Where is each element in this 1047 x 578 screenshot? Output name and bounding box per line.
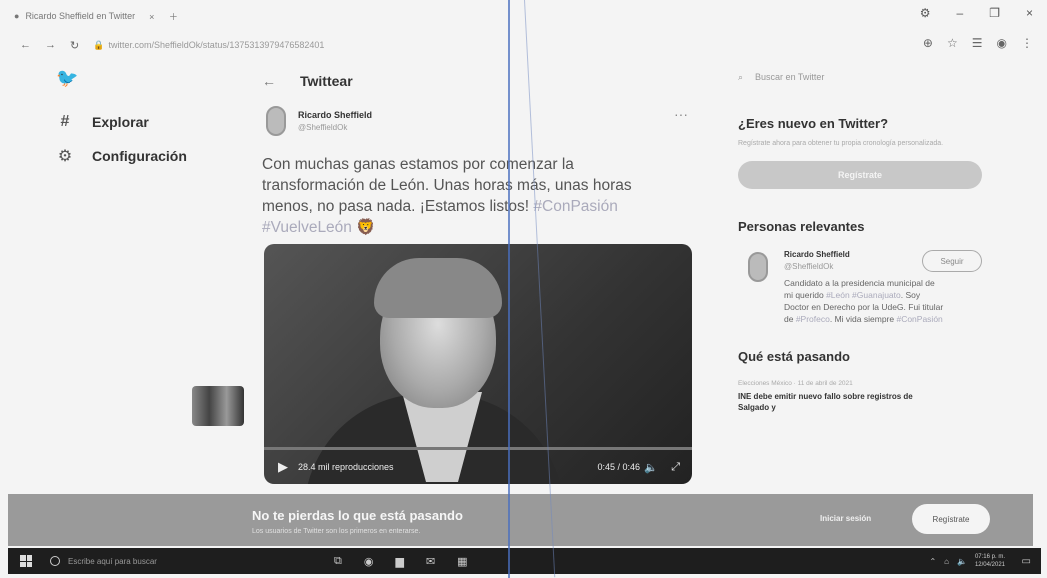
video-views: 28.4 mil reproducciones <box>298 462 394 472</box>
right-sidebar: ⌕ Buscar en Twitter ¿Eres nuevo en Twitt… <box>738 66 988 413</box>
video-frame <box>374 258 502 318</box>
more-options-icon[interactable]: ··· <box>674 106 688 122</box>
register-button[interactable]: Regístrate <box>738 161 982 189</box>
close-icon[interactable]: × <box>1026 6 1033 20</box>
taskbar-search[interactable]: Escribe aquí para buscar <box>50 556 230 566</box>
address-bar: ← → ↻ 🔒 twitter.com/SheffieldOk/status/1… <box>0 32 1047 58</box>
back-arrow-icon[interactable]: ← <box>262 73 276 89</box>
url-field[interactable]: twitter.com/SheffieldOk/status/137531397… <box>108 40 324 50</box>
maximize-icon[interactable]: ❐ <box>989 6 1000 20</box>
taskbar-search-input[interactable]: Escribe aquí para buscar <box>68 557 157 566</box>
tweet-header: ← Twittear <box>262 66 702 96</box>
fullscreen-icon[interactable]: ⤢ <box>671 461 680 474</box>
task-view-icon[interactable]: ⧉ <box>334 555 342 568</box>
tweet-column: ← Twittear Ricardo Sheffield @SheffieldO… <box>262 66 702 484</box>
login-button[interactable]: Iniciar sesión <box>820 514 871 523</box>
author-name[interactable]: Ricardo Sheffield <box>298 110 372 120</box>
video-player[interactable]: ▶ 28.4 mil reproducciones 0:45 / 0:46 🔈 … <box>264 244 692 484</box>
nav-item-explorar[interactable]: # Explorar <box>56 105 246 139</box>
tweet-text-line: menos, no pasa nada. ¡Estamos listos! <box>262 198 534 215</box>
lion-emoji-icon: 🦁 <box>356 219 376 236</box>
trends-heading: Qué está pasando <box>738 349 850 364</box>
banner-title: No te pierdas lo que está pasando <box>252 508 463 523</box>
reading-list-icon[interactable]: ☰ <box>972 36 983 50</box>
lock-icon: 🔒 <box>93 39 105 50</box>
hashtag-link[interactable]: #ConPasión <box>533 198 617 215</box>
system-tray: ⌃ ⌂ 🔈 07:16 p. m. 12/04/2021 <box>929 553 1005 569</box>
relevant-person[interactable]: Ricardo Sheffield @SheffieldOk Seguir Ca… <box>738 250 988 325</box>
file-explorer-icon[interactable]: ▆ <box>395 555 403 568</box>
notifications-icon[interactable]: ▭ <box>1022 556 1031 567</box>
tray-chevron-icon[interactable]: ⌃ <box>929 557 936 566</box>
favicon-icon: ● <box>14 11 20 21</box>
mail-icon[interactable]: ✉ <box>426 555 435 568</box>
hashtag-link[interactable]: #ConPasión <box>896 314 942 324</box>
play-icon[interactable]: ▶ <box>278 459 288 475</box>
minimize-icon[interactable]: – <box>957 6 964 20</box>
banner-subtitle: Los usuarios de Twitter son los primeros… <box>252 528 421 535</box>
browser-tab[interactable]: Ricardo Sheffield en Twitter <box>25 11 135 21</box>
hashtag-icon: # <box>60 113 70 130</box>
scan-artifact-line <box>508 0 510 578</box>
nav-item-label: Explorar <box>92 114 149 130</box>
hashtag-link[interactable]: #VuelveLeón <box>262 219 352 236</box>
banner-register-button[interactable]: Regístrate <box>912 504 990 534</box>
star-icon[interactable]: ☆ <box>947 36 958 50</box>
browser-actions: ⊕ ☆ ☰ ◉ ⋮ <box>923 36 1033 50</box>
nav-item-label: Configuración <box>92 148 187 164</box>
store-icon[interactable]: ▦ <box>457 555 467 568</box>
trend-thumbnail[interactable] <box>192 386 244 426</box>
hashtag-link[interactable]: #León #Guanajuato <box>826 290 901 300</box>
speaker-icon[interactable]: 🔈 <box>957 557 967 566</box>
back-arrow-icon[interactable]: ← <box>20 39 31 51</box>
bio-text: . Mi vida siempre <box>829 314 897 324</box>
trend-headline[interactable]: INE debe emitir nuevo fallo sobre regist… <box>738 391 918 413</box>
extension-icon[interactable]: ⚙ <box>920 6 931 20</box>
windows-start-icon[interactable] <box>20 555 32 567</box>
tweet-text-line: Con muchas ganas estamos por comenzar la <box>262 156 574 173</box>
reload-icon[interactable]: ↻ <box>70 39 79 52</box>
author-handle[interactable]: @SheffieldOk <box>298 123 372 132</box>
trend-meta: Elecciones México · 11 de abril de 2021 <box>738 380 853 387</box>
window-controls: ⚙ – ❐ × <box>920 6 1033 20</box>
left-navigation: 🐦 # Explorar ⚙ Configuración <box>56 68 246 173</box>
avatar[interactable] <box>266 106 286 136</box>
login-banner: No te pierdas lo que está pasando Los us… <box>8 494 1033 546</box>
tab-close-icon[interactable]: × ＋ <box>149 10 184 23</box>
hashtag-link[interactable]: #Profeco <box>796 314 830 324</box>
taskbar: Escribe aquí para buscar ⧉ ◉ ▆ ✉ ▦ ⌃ ⌂ 🔈… <box>8 548 1041 574</box>
profile-icon[interactable]: ◉ <box>997 36 1007 50</box>
relevant-people-heading: Personas relevantes <box>738 219 865 234</box>
video-time: 0:45 / 0:46 <box>597 462 640 472</box>
clock-time: 07:16 p. m. <box>974 554 1005 560</box>
avatar[interactable] <box>748 252 768 282</box>
zoom-icon[interactable]: ⊕ <box>923 36 933 50</box>
forward-arrow-icon[interactable]: → <box>45 39 56 51</box>
cortana-icon[interactable] <box>50 556 60 566</box>
tweet-text: Con muchas ganas estamos por comenzar la… <box>262 154 692 238</box>
nav-item-configuracion[interactable]: ⚙ Configuración <box>56 139 246 173</box>
twitter-bird-icon[interactable]: 🐦 <box>56 68 246 89</box>
person-bio: Candidato a la presidencia municipal de … <box>784 277 944 325</box>
tweet-text-line: transformación de León. Unas horas más, … <box>262 177 632 194</box>
signup-heading: ¿Eres nuevo en Twitter? <box>738 116 889 131</box>
tweet-author[interactable]: Ricardo Sheffield @SheffieldOk <box>266 106 702 136</box>
signup-subtitle: Regístrate ahora para obtener tu propia … <box>738 140 944 147</box>
browser-app-icon[interactable]: ◉ <box>364 555 374 568</box>
gear-icon: ⚙ <box>57 148 73 165</box>
menu-dots-icon[interactable]: ⋮ <box>1021 36 1033 50</box>
taskbar-apps: ⧉ ◉ ▆ ✉ ▦ <box>334 555 468 568</box>
follow-button[interactable]: Seguir <box>922 250 982 272</box>
video-controls: ▶ 28.4 mil reproducciones 0:45 / 0:46 🔈 … <box>264 450 692 484</box>
taskbar-clock[interactable]: 07:16 p. m. 12/04/2021 <box>975 553 1005 569</box>
page-title: Twittear <box>300 73 353 89</box>
volume-icon[interactable]: 🔈 <box>644 461 658 474</box>
clock-date: 12/04/2021 <box>974 562 1005 568</box>
search-icon: ⌕ <box>738 71 744 82</box>
search-input[interactable]: Buscar en Twitter <box>755 72 824 82</box>
network-icon[interactable]: ⌂ <box>944 557 949 566</box>
search-box[interactable]: ⌕ Buscar en Twitter <box>738 66 988 88</box>
